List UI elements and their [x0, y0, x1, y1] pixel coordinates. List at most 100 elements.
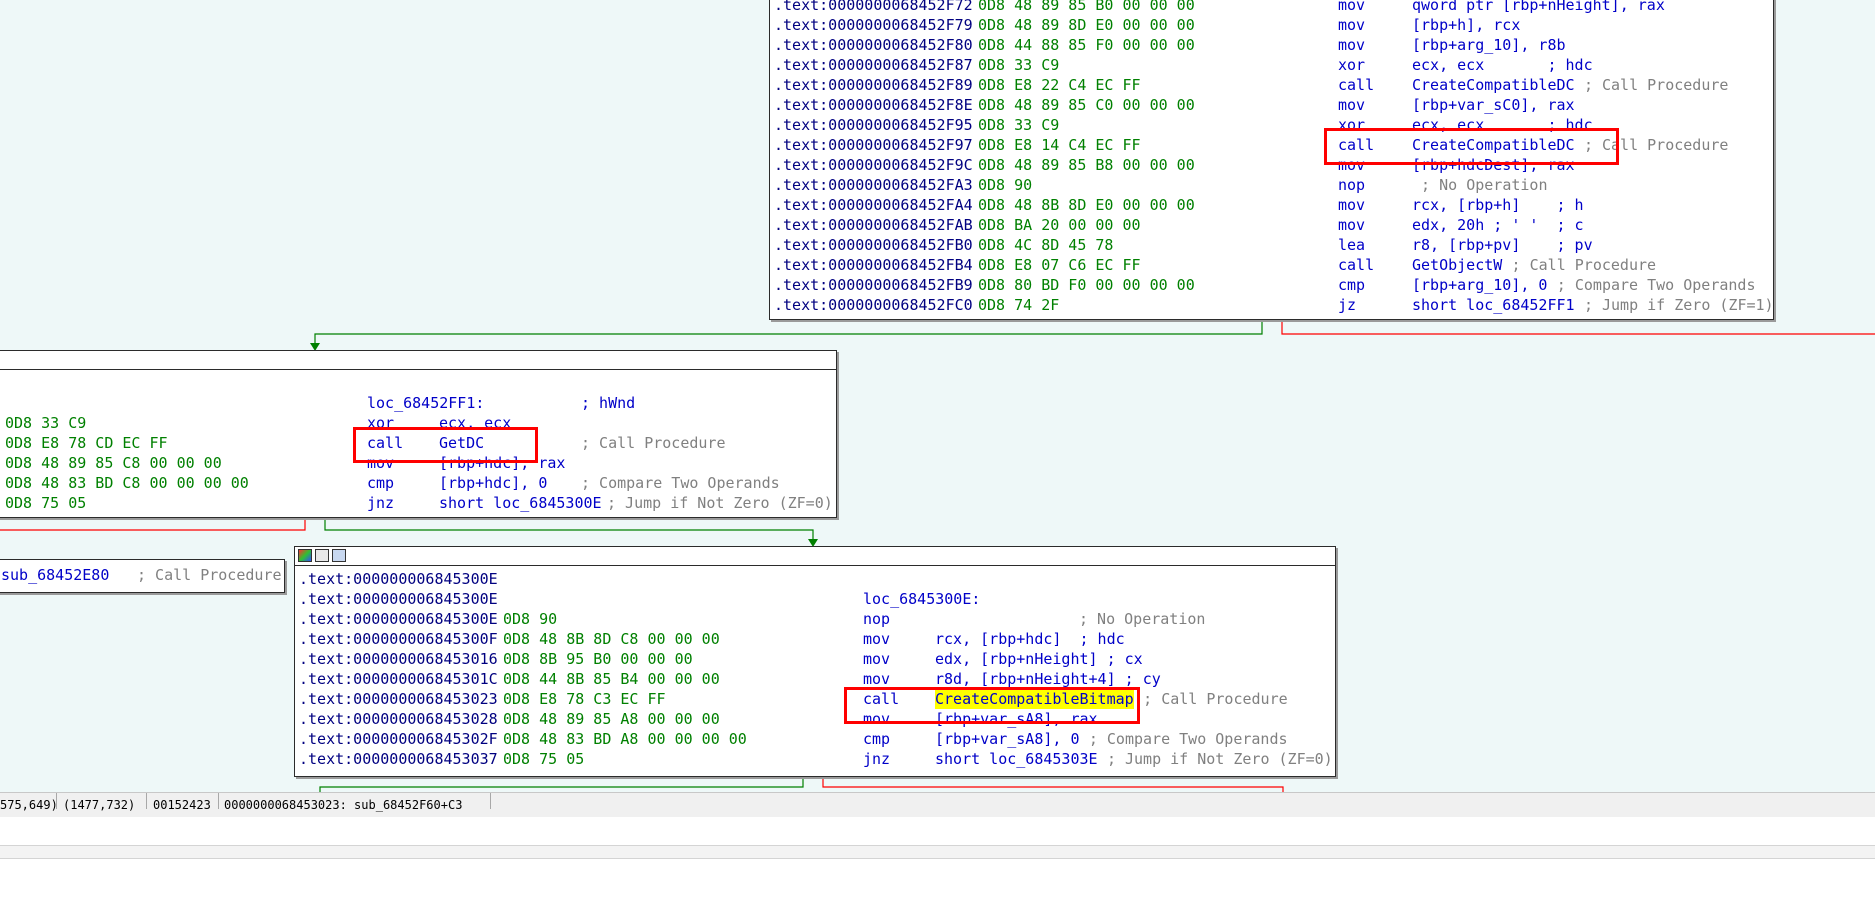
line-mnemonic: cmp — [367, 474, 395, 492]
code-block-getdc[interactable]: loc_68452FF1: ; hWnd 0D8 33 C9 xor ecx, ec… — [0, 350, 837, 518]
line-address: .text:000000006845300E — [299, 610, 498, 628]
code-line[interactable]: .text:0000000068452F80 0D8 44 88 85 F0 00… — [770, 35, 1773, 55]
code-line[interactable]: 0D8 75 05 jnz short loc_6845300E ; Jump if … — [0, 493, 836, 513]
line-bytes: 0D8 33 C9 — [978, 116, 1060, 134]
line-address: .text:0000000068452F72 — [774, 0, 973, 14]
line-bytes: 0D8 E8 78 C3 EC FF — [503, 690, 666, 708]
line-address: .text:0000000068452F79 — [774, 16, 973, 34]
line-comment: ; Compare Two Operands — [581, 474, 780, 492]
code-block-left[interactable]: sub_68452E80 ; Call Procedure — [0, 559, 285, 593]
line-mnemonic: jnz — [863, 750, 891, 768]
status-bar: 575,649) (1477,732) 00152423 00000000684… — [0, 792, 1875, 818]
status-location: 0000000068453023: sub_68452F60+C3 — [224, 798, 463, 812]
line-address: .text:0000000068452F80 — [774, 36, 973, 54]
code-line[interactable]: .text:0000000068452FAB 0D8 BA 20 00 00 00… — [770, 215, 1773, 235]
line-address: .text:000000006845300F — [299, 630, 498, 648]
line-address: .text:0000000068452F87 — [774, 56, 973, 74]
line-address: .text:0000000068452FB9 — [774, 276, 973, 294]
line-address: .text:0000000068452FAB — [774, 216, 973, 234]
code-line[interactable]: .text:0000000068452FC0 0D8 74 2F jz short l… — [770, 295, 1773, 315]
code-line[interactable]: .text:0000000068453037 0D8 75 05 jnz short … — [295, 749, 1335, 769]
line-comment: ; Jump if Not Zero (ZF=0) — [1106, 750, 1333, 768]
line-bytes: 0D8 48 89 85 B0 00 00 00 — [978, 0, 1195, 14]
group-nodes-icon[interactable] — [332, 549, 346, 562]
line-mnemonic: nop — [1338, 176, 1366, 194]
code-line[interactable]: .text:0000000068453016 0D8 8B 95 B0 00 00… — [295, 649, 1335, 669]
edge-mid-false — [0, 516, 306, 531]
code-line[interactable]: 0D8 48 83 BD C8 00 00 00 00 cmp [rbp+hdc],… — [0, 473, 836, 493]
line-address: .text:0000000068453028 — [299, 710, 498, 728]
line-operands: rcx, [rbp+h] ; h — [1412, 196, 1584, 214]
line-address: .text:0000000068452FB4 — [774, 256, 973, 274]
code-line[interactable]: .text:000000006845301C 0D8 44 8B 85 B4 00… — [295, 669, 1335, 689]
line-address: .text:0000000068453023 — [299, 690, 498, 708]
line-address: .text:0000000068452FC0 — [774, 296, 973, 314]
code-line[interactable]: .text:0000000068452F8E 0D8 48 89 85 C0 00… — [770, 95, 1773, 115]
line-operands: short loc_68452FF1 — [1412, 296, 1575, 314]
code-line[interactable]: .text:0000000068452F79 0D8 48 89 8D E0 00… — [770, 15, 1773, 35]
line-address: .text:0000000068453016 — [299, 650, 498, 668]
line-bytes: 0D8 90 — [978, 176, 1033, 194]
color-palette-icon[interactable] — [298, 549, 312, 562]
code-line[interactable]: .text:0000000068452F95 0D8 33 C9 xor ecx, e… — [770, 115, 1773, 135]
line-operands: [rbp+var_sA8], 0 — [935, 730, 1080, 748]
line-mnemonic: mov — [1338, 96, 1366, 114]
line-mnemonic: mov — [863, 650, 891, 668]
line-mnemonic: lea — [1338, 236, 1366, 254]
code-line[interactable]: .text:0000000068452F89 0D8 E8 22 C4 EC FF… — [770, 75, 1773, 95]
line-bytes: 0D8 33 C9 — [5, 414, 87, 432]
code-line[interactable]: .text:0000000068452FB4 0D8 E8 07 C6 EC FF… — [770, 255, 1773, 275]
code-line[interactable]: .text:0000000068452F87 0D8 33 C9 xor ecx, e… — [770, 55, 1773, 75]
code-line[interactable]: .text:0000000068452F9C 0D8 48 89 85 B8 00… — [770, 155, 1773, 175]
code-line[interactable]: .text:0000000068452FA3 0D8 90 nop ; No Oper… — [770, 175, 1773, 195]
highlight-box-getdc — [353, 427, 538, 463]
status-separator — [56, 793, 57, 809]
line-address: .text:000000006845300E — [299, 590, 498, 608]
call-target: sub_68452E80 — [1, 566, 110, 584]
line-mnemonic: cmp — [1338, 276, 1366, 294]
code-line[interactable]: .text:000000006845300E 0D8 90 nop ; No Oper… — [295, 609, 1335, 629]
line-address: .text:0000000068452FA3 — [774, 176, 973, 194]
line-bytes: 0D8 E8 14 C4 EC FF — [978, 136, 1141, 154]
code-line[interactable]: .text:0000000068452FB0 0D8 4C 8D 45 78 lea… — [770, 235, 1773, 255]
line-bytes: 0D8 75 05 — [503, 750, 585, 768]
edge-top-false — [1281, 320, 1875, 335]
status-graph-coords: (1477,732) — [63, 798, 136, 812]
output-pane[interactable] — [0, 817, 1875, 904]
code-line[interactable]: .text:0000000068452F72 0D8 48 89 85 B0 00… — [770, 0, 1773, 15]
line-operands: edx, 20h ; ' ' ; c — [1412, 216, 1584, 234]
code-line[interactable]: .text:0000000068452FA4 0D8 48 8B 8D E0 00… — [770, 195, 1773, 215]
code-block-top[interactable]: .text:0000000068452F72 0D8 48 89 85 B0 00… — [769, 0, 1774, 320]
block-header — [0, 351, 836, 370]
line-address: .text:0000000068452F9C — [774, 156, 973, 174]
line-mnemonic: cmp — [863, 730, 891, 748]
line-comment: ; No Operation — [1421, 176, 1548, 194]
code-line[interactable]: .text:000000006845300E — [295, 569, 1335, 589]
graph-view[interactable]: .text:0000000068452F72 0D8 48 89 85 B0 00… — [0, 0, 1875, 792]
line-bytes: 0D8 74 2F — [978, 296, 1060, 314]
line-bytes: 0D8 8B 95 B0 00 00 00 — [503, 650, 693, 668]
rename-icon[interactable] — [315, 549, 329, 562]
line-mnemonic: call — [1338, 76, 1375, 94]
code-line[interactable]: .text:000000006845300E loc_6845300E: — [295, 589, 1335, 609]
line-operands: [rbp+h], rcx — [1412, 16, 1521, 34]
code-line[interactable]: .text:0000000068452F97 0D8 E8 14 C4 EC FF… — [770, 135, 1773, 155]
code-line[interactable]: .text:000000006845302F 0D8 48 83 BD A8 00… — [295, 729, 1335, 749]
code-line[interactable]: .text:000000006845300F 0D8 48 8B 8D C8 00… — [295, 629, 1335, 649]
line-bytes: 0D8 48 89 85 B8 00 00 00 — [978, 156, 1195, 174]
status-separator — [490, 793, 491, 809]
line-bytes: 0D8 4C 8D 45 78 — [978, 236, 1114, 254]
line-bytes: 0D8 90 — [503, 610, 558, 628]
line-operands: [rbp+arg_10], 0 — [1412, 276, 1548, 294]
line-mnemonic: mov — [1338, 196, 1366, 214]
line-operands: short loc_6845303E — [935, 750, 1098, 768]
code-line[interactable]: .text:0000000068453028 0D8 48 89 85 A8 00… — [295, 709, 1335, 729]
status-cursor-coords: 575,649) — [0, 798, 58, 812]
line-comment: ; Call Procedure — [1583, 76, 1729, 94]
line-bytes: 0D8 E8 07 C6 EC FF — [978, 256, 1141, 274]
line-address: .text:0000000068453037 — [299, 750, 498, 768]
code-line[interactable]: .text:0000000068453023 0D8 E8 78 C3 EC FF… — [295, 689, 1335, 709]
code-line[interactable]: .text:0000000068452FB9 0D8 80 BD F0 00 00… — [770, 275, 1773, 295]
horizontal-scrollbar[interactable] — [0, 845, 1875, 859]
code-block-bitmap[interactable]: .text:000000006845300E .text:000000006845… — [294, 546, 1336, 777]
